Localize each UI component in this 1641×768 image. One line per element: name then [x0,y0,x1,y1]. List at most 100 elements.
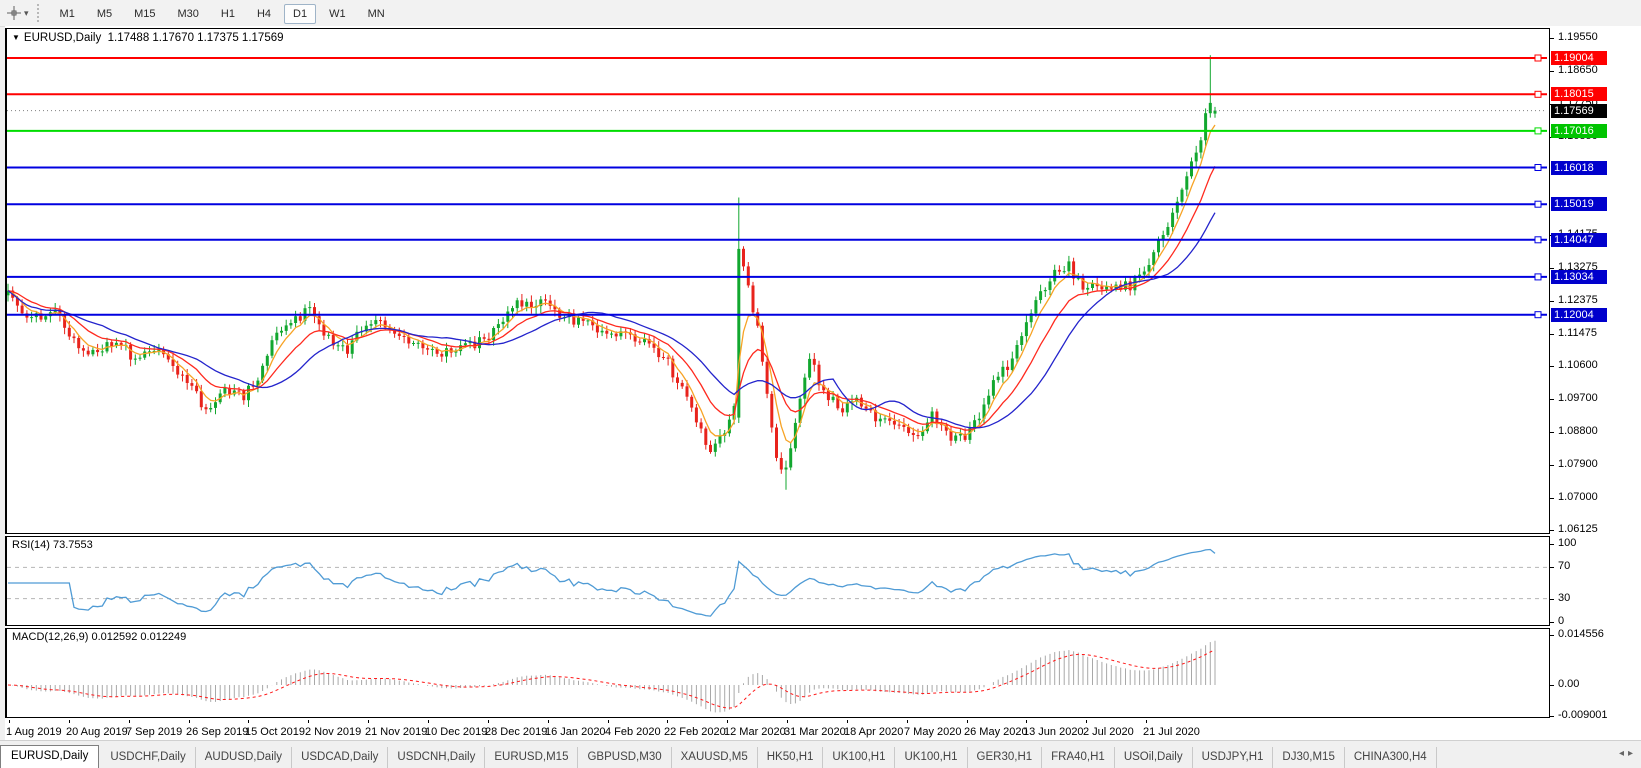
macd-axis-label: 0.00 [1558,678,1579,690]
rsi-label: RSI(14) 73.7553 [12,539,93,551]
tab-scroll-arrows[interactable]: ◂▸ [1613,748,1637,759]
chart-tab-bar: EURUSD,DailyUSDCHF,DailyAUDUSD,DailyUSDC… [0,740,1641,768]
price-tick-label: 1.12375 [1558,294,1598,306]
price-tag-1-12004[interactable]: 1.12004 [1551,308,1607,322]
price-tick-label: 1.09700 [1558,392,1598,404]
timeframe-m30[interactable]: M30 [169,4,208,24]
axis-tick [1550,38,1554,39]
date-label: 18 Apr 2020 [844,726,903,738]
date-tick [967,720,968,723]
date-tick [847,720,848,723]
price-tick-label: 1.08800 [1558,425,1598,437]
candlestick-chart[interactable] [7,29,1547,533]
date-tick [907,720,908,723]
date-tick [368,720,369,723]
tab-11-ger30-h1[interactable]: GER30,H1 [968,747,1043,768]
tab-15-dj30-m15[interactable]: DJ30,M15 [1273,747,1344,768]
macd-label: MACD(12,26,9) 0.012592 0.012249 [12,631,186,643]
date-label: 20 Aug 2019 [66,726,128,738]
rsi-axis-label: 30 [1558,592,1570,604]
date-label: 26 Sep 2019 [186,726,248,738]
date-tick [9,720,10,723]
dropdown-caret-icon[interactable]: ▾ [24,8,29,19]
macd-chart[interactable] [7,629,1547,717]
tab-13-usoil-daily[interactable]: USOil,Daily [1115,747,1193,768]
collapse-chart-icon[interactable]: ▼ [12,33,20,42]
tab-12-fra40-h1[interactable]: FRA40,H1 [1042,747,1115,768]
date-label: 28 Dec 2019 [485,726,547,738]
rsi-axis-label: 0 [1558,615,1564,627]
price-tag-1-17569[interactable]: 1.17569 [1551,104,1607,118]
date-axis: 1 Aug 201920 Aug 20197 Sep 201926 Sep 20… [5,720,1550,742]
timeframe-m5[interactable]: M5 [88,4,121,24]
price-tag-1-15019[interactable]: 1.15019 [1551,197,1607,211]
date-label: 7 Sep 2019 [126,726,182,738]
price-tag-1-14047[interactable]: 1.14047 [1551,233,1607,247]
axis-tick [1550,635,1554,636]
main-chart-panel[interactable]: ▼EURUSD,Daily 1.17488 1.17670 1.17375 1.… [5,28,1550,534]
price-tick-label: 1.19550 [1558,31,1598,43]
tab-8-hk50-h1[interactable]: HK50,H1 [758,747,824,768]
date-tick [248,720,249,723]
timeframe-toolbar: ▾ M1M5M15M30H1H4D1W1MN [0,0,1641,27]
date-label: 16 Jan 2020 [545,726,606,738]
tab-5-eurusd-m15[interactable]: EURUSD,M15 [485,747,578,768]
tab-6-gbpusd-m30[interactable]: GBPUSD,M30 [578,747,671,768]
chart-symbol-label: EURUSD,Daily [24,32,101,44]
chart-window: ▼EURUSD,Daily 1.17488 1.17670 1.17375 1.… [5,26,1641,740]
tab-16-china300-h4[interactable]: CHINA300,H4 [1345,747,1437,768]
tab-4-usdcnh-daily[interactable]: USDCNH,Daily [388,747,485,768]
tab-scroll-right-icon[interactable]: ▸ [1628,748,1637,759]
date-label: 21 Nov 2019 [365,726,427,738]
rsi-axis-label: 70 [1558,560,1570,572]
tab-10-uk100-h1[interactable]: UK100,H1 [895,747,967,768]
macd-axis-label: 0.014556 [1558,628,1604,640]
axis-tick [1550,498,1554,499]
tab-scroll-left-icon[interactable]: ◂ [1619,748,1628,759]
tab-0-eurusd-daily[interactable]: EURUSD,Daily [0,745,99,768]
date-label: 31 Mar 2020 [784,726,846,738]
macd-panel[interactable]: MACD(12,26,9) 0.012592 0.012249 [5,628,1550,718]
price-tag-1-18015[interactable]: 1.18015 [1551,87,1607,101]
axis-tick [1550,530,1554,531]
rsi-panel[interactable]: RSI(14) 73.7553 [5,536,1550,626]
axis-tick [1550,685,1554,686]
timeframe-w1[interactable]: W1 [320,4,355,24]
price-tag-1-16018[interactable]: 1.16018 [1551,161,1607,175]
tab-2-audusd-daily[interactable]: AUDUSD,Daily [196,747,292,768]
date-label: 12 Mar 2020 [724,726,786,738]
axis-tick [1550,599,1554,600]
tab-9-uk100-h1[interactable]: UK100,H1 [823,747,895,768]
timeframe-d1[interactable]: D1 [284,4,316,24]
price-tag-1-17016[interactable]: 1.17016 [1551,124,1607,138]
axis-tick [1550,334,1554,335]
date-label: 13 Jun 2020 [1023,726,1084,738]
axis-tick [1550,544,1554,545]
date-tick [189,720,190,723]
rsi-chart[interactable] [7,537,1547,625]
axis-tick [1550,622,1554,623]
timeframe-h1[interactable]: H1 [212,4,244,24]
axis-tick [1550,465,1554,466]
axis-tick [1550,366,1554,367]
price-tag-1-19004[interactable]: 1.19004 [1551,51,1607,65]
chart-title: ▼EURUSD,Daily 1.17488 1.17670 1.17375 1.… [12,32,284,44]
timeframe-h4[interactable]: H4 [248,4,280,24]
date-tick [488,720,489,723]
timeframe-m15[interactable]: M15 [125,4,164,24]
price-tick-label: 1.06125 [1558,523,1598,535]
tab-1-usdchf-daily[interactable]: USDCHF,Daily [101,747,195,768]
date-tick [1026,720,1027,723]
date-label: 22 Feb 2020 [664,726,726,738]
timeframe-mn[interactable]: MN [359,4,394,24]
macd-axis-label: -0.009001 [1558,709,1608,721]
tab-14-usdjpy-h1[interactable]: USDJPY,H1 [1193,747,1274,768]
timeframe-m1[interactable]: M1 [51,4,84,24]
date-label: 26 May 2020 [964,726,1028,738]
crosshair-cursor-icon[interactable] [6,5,22,21]
tab-3-usdcad-daily[interactable]: USDCAD,Daily [292,747,388,768]
price-tag-1-13034[interactable]: 1.13034 [1551,270,1607,284]
axis-tick [1550,716,1554,717]
price-axis: 1.195501.186501.177501.168501.141751.132… [1550,26,1641,740]
tab-7-xauusd-m5[interactable]: XAUUSD,M5 [672,747,758,768]
